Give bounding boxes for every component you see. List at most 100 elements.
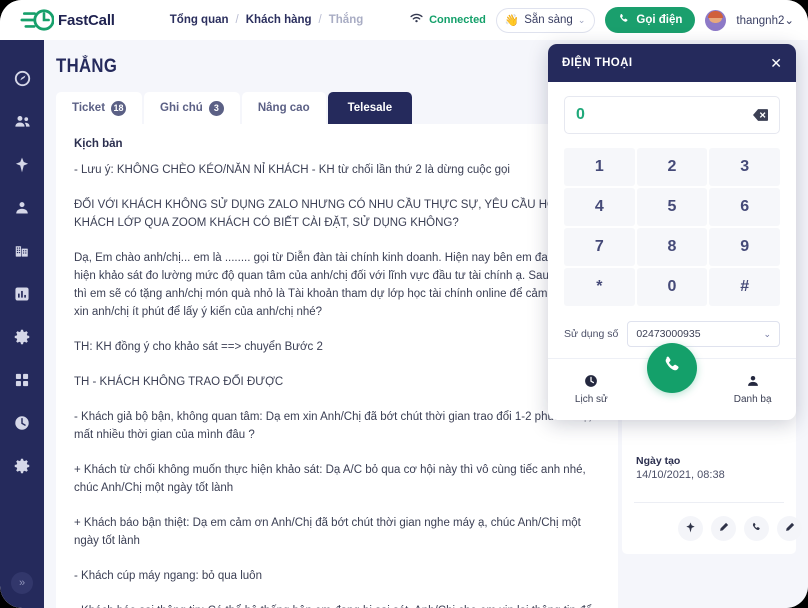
dialer-key-8[interactable]: 8 (636, 228, 708, 266)
dialer-key-1[interactable]: 1 (564, 148, 635, 186)
dialer-history-label: Lịch sử (574, 394, 608, 405)
script-paragraph: TH: KH đồng ý cho khảo sát ==> chuyển Bư… (74, 341, 323, 353)
breadcrumb-separator-0: / (235, 14, 239, 26)
note-action-button[interactable] (777, 516, 802, 541)
building-icon (14, 243, 30, 264)
use-number-label: Sử dụng số (564, 328, 619, 340)
clock-icon (584, 374, 598, 391)
page-title: THẮNG (56, 56, 118, 77)
clock-icon (14, 415, 30, 436)
person-icon (746, 374, 760, 391)
sidebar-item-settings[interactable] (7, 324, 37, 354)
script-title: Kịch bản (74, 138, 123, 150)
tab-ticket[interactable]: Ticket 18 (56, 92, 143, 124)
created-date-label: Ngày tạo (636, 455, 681, 467)
chevron-down-icon: ⌄ (577, 14, 586, 25)
dialer-contacts-button[interactable]: Danh bạ (722, 374, 784, 405)
script-body: - Lưu ý: KHÔNG CHÈO KÉO/NĂN NỈ KHÁCH - K… (74, 161, 600, 608)
dialer-key-2[interactable]: 2 (636, 148, 708, 186)
tab-bar: Ticket 18 Ghi chú 3 Nâng cao Telesale (56, 92, 414, 124)
avatar[interactable] (705, 9, 727, 31)
dialer-key-3[interactable]: 3 (709, 148, 780, 186)
breadcrumb-item-1[interactable]: Khách hàng (246, 14, 312, 26)
sidebar-item-agent[interactable] (7, 195, 37, 225)
users-icon (14, 113, 31, 135)
sidebar-item-apps[interactable] (7, 367, 37, 397)
tab-badge: 18 (111, 100, 127, 116)
make-call-button[interactable]: Gọi điện (605, 7, 696, 33)
chevron-down-icon: ⌄ (784, 15, 794, 27)
sparkle-action-button[interactable] (678, 516, 703, 541)
user-name-label: thangnh2 (736, 15, 785, 27)
logo-text-call: Call (88, 11, 115, 29)
dialer-key-0[interactable]: 0 (636, 268, 708, 306)
use-number-select[interactable]: 02473000935 ⌄ (627, 321, 780, 347)
user-menu[interactable]: thangnh2⌄ (736, 13, 794, 27)
script-paragraph: - Khách báo sai thông tin: Có thể hệ thố… (74, 602, 600, 608)
sidebar-item-company[interactable] (7, 238, 37, 268)
sidebar-item-reports[interactable] (7, 281, 37, 311)
sidebar-item-campaign[interactable] (7, 152, 37, 182)
sidebar-item-dashboard[interactable] (7, 66, 37, 96)
dialer-contacts-label: Danh bạ (733, 394, 772, 405)
dialer-key-6[interactable]: 6 (709, 188, 780, 226)
tab-label: Telesale (347, 102, 393, 114)
logo-text: FastCall (58, 12, 115, 29)
chevron-double-right-icon: » (18, 577, 26, 589)
breadcrumb-item-0[interactable]: Tổng quan (170, 14, 229, 26)
breadcrumb-item-2: Thắng (328, 14, 364, 26)
sidebar-expand-button[interactable]: » (11, 572, 33, 594)
backspace-icon[interactable] (753, 109, 768, 122)
dialer-key-star[interactable]: * (564, 268, 635, 306)
phone-icon (662, 355, 683, 381)
telesale-script-card: Kịch bản - Lưu ý: KHÔNG CHÈO KÉO/NĂN NỈ … (56, 124, 618, 608)
sidebar-item-history[interactable] (7, 410, 37, 440)
script-paragraph: TH - KHÁCH KHÔNG TRAO ĐỔI ĐƯỢC (74, 376, 284, 388)
call-action-button[interactable] (744, 516, 769, 541)
dialer-key-7[interactable]: 7 (564, 228, 635, 266)
app-logo[interactable]: FastCall (20, 9, 115, 31)
script-paragraph: - Khách giả bộ bận, không quan tâm: Dạ e… (74, 411, 592, 441)
tab-telesale[interactable]: Telesale (327, 92, 413, 124)
dialer-key-4[interactable]: 4 (564, 188, 635, 226)
make-call-button-label: Gọi điện (636, 14, 683, 26)
dialer-history-button[interactable]: Lịch sử (560, 374, 622, 405)
agent-status-dropdown[interactable]: 👋 Sẵn sàng ⌄ (495, 7, 596, 33)
script-paragraph: - Khách cúp máy ngang: bỏ qua luôn (74, 570, 262, 582)
sidebar-item-customers[interactable] (7, 109, 37, 139)
header-right-controls: Connected 👋 Sẵn sàng ⌄ Gọi điện thangnh2… (410, 7, 794, 33)
dialer-keypad: 1 2 3 4 5 6 7 8 9 * 0 # (564, 148, 780, 306)
dialer-panel: ĐIỆN THOẠI ✕ 0 1 2 3 4 5 6 7 8 9 * 0 # Sử dụng số 0… (548, 44, 796, 420)
sidebar-item-config[interactable] (7, 453, 37, 483)
wifi-icon (410, 13, 423, 27)
dialer-number-value: 0 (576, 106, 585, 123)
script-paragraph: Dạ, Em chào anh/chị... em là ........ gọ… (74, 252, 598, 318)
pencil-icon (784, 520, 795, 538)
gear-icon (14, 458, 30, 479)
script-paragraph: ĐỐI VỚI KHÁCH KHÔNG SỬ DỤNG ZALO NHƯNG C… (74, 199, 560, 229)
tab-ghi-chú[interactable]: Ghi chú 3 (144, 92, 240, 124)
phone-icon (751, 520, 762, 538)
created-date-value: 14/10/2021, 08:38 (636, 469, 725, 481)
script-scroll-area[interactable]: Kịch bản - Lưu ý: KHÔNG CHÈO KÉO/NĂN NỈ … (56, 124, 618, 608)
close-icon[interactable]: ✕ (770, 56, 782, 70)
dialer-key-hash[interactable]: # (709, 268, 780, 306)
top-header: FastCall Tổng quan / Khách hàng / Thắng … (0, 0, 808, 40)
grid-icon (14, 372, 30, 393)
gear-icon (14, 329, 30, 350)
script-paragraph: - Lưu ý: KHÔNG CHÈO KÉO/NĂN NỈ KHÁCH - K… (74, 164, 510, 176)
dialer-call-button[interactable] (647, 343, 697, 393)
tab-nâng-cao[interactable]: Nâng cao (241, 92, 326, 124)
divider (634, 502, 784, 503)
diamond-icon (14, 157, 30, 178)
dialer-key-9[interactable]: 9 (709, 228, 780, 266)
tab-label: Ghi chú (160, 102, 203, 114)
tab-label: Nâng cao (257, 102, 310, 114)
person-icon (14, 200, 30, 221)
sidebar: » (0, 40, 44, 608)
fastcall-logo-icon (20, 9, 55, 31)
edit-action-button[interactable] (711, 516, 736, 541)
dialer-number-field[interactable]: 0 (564, 96, 780, 134)
dialer-key-5[interactable]: 5 (636, 188, 708, 226)
diamond-icon (685, 520, 696, 538)
